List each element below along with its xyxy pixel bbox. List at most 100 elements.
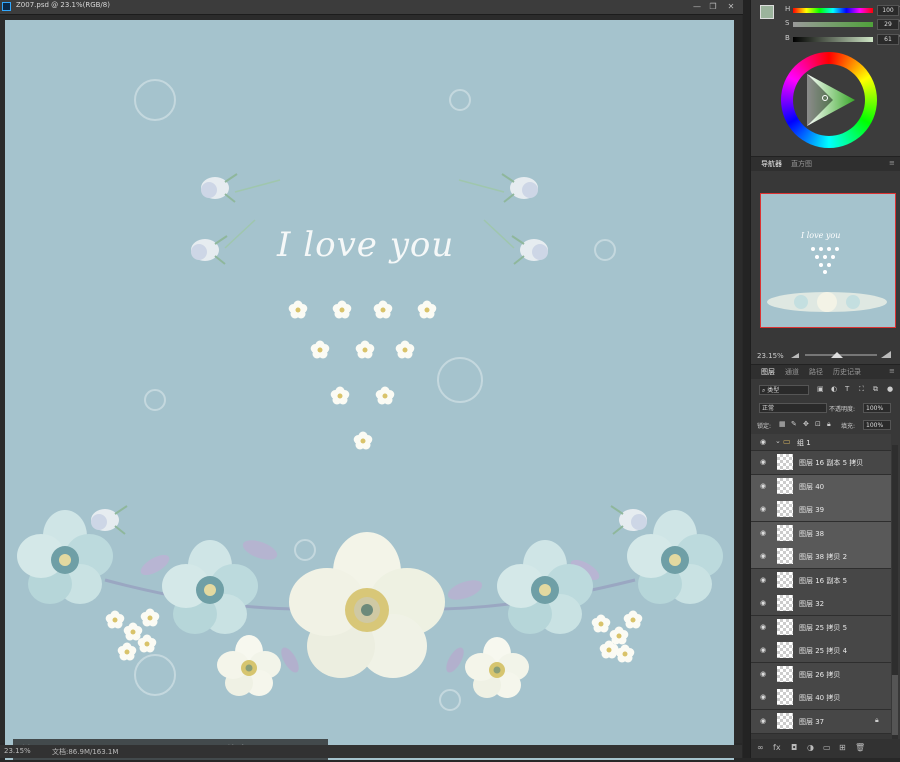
layer-row[interactable]: ◉ 图层 37 🔒︎ — [751, 709, 891, 734]
saturation-value[interactable]: 29 — [877, 19, 899, 30]
tab-histogram[interactable]: 直方图 — [791, 159, 812, 169]
visibility-eye-icon[interactable]: ◉ — [760, 646, 766, 654]
layer-row[interactable]: ◉ 图层 40 — [751, 474, 891, 499]
lock-transparent-icon[interactable]: ▦ — [779, 420, 786, 428]
layer-name: 图层 16 副本 5 — [799, 576, 848, 585]
layer-thumbnail — [777, 712, 793, 729]
fx-icon[interactable]: fx — [773, 743, 781, 752]
panel-dock-strip — [743, 0, 750, 758]
layer-row[interactable]: ◉ 图层 32 — [751, 592, 891, 616]
group-name: 组 1 — [797, 439, 811, 447]
filter-type-icon[interactable]: T — [845, 385, 849, 393]
saturation-slider[interactable]: S 29 % — [785, 19, 900, 30]
layer-name: 图层 40 拷贝 — [799, 694, 841, 702]
visibility-eye-icon[interactable]: ◉ — [760, 576, 766, 584]
layer-row[interactable]: ◉ 图层 16 副本 5 — [751, 568, 891, 593]
tab-paths[interactable]: 路径 — [809, 367, 823, 377]
link-layers-icon[interactable]: ∞ — [757, 743, 764, 752]
filter-adjust-icon[interactable]: ◐ — [831, 385, 837, 393]
layers-scrollbar[interactable] — [892, 445, 898, 740]
navigator-preview: I love you — [767, 231, 887, 312]
layer-row[interactable]: ◉ 图层 40 拷贝 — [751, 686, 891, 710]
new-group-icon[interactable]: ▭ — [823, 743, 831, 752]
layers-menu-icon[interactable]: ≡ — [889, 367, 895, 375]
layer-row[interactable]: ◉ 图层 25 拷贝 5 — [751, 615, 891, 640]
layer-row[interactable]: ◉ 图层 26 拷贝 — [751, 662, 891, 687]
layer-row[interactable]: ◉ 图层 38 — [751, 521, 891, 546]
lock-move-icon[interactable]: ✥ — [803, 420, 809, 428]
navigator-thumbnail[interactable]: I love you — [760, 193, 896, 328]
visibility-eye-icon[interactable]: ◉ — [760, 482, 766, 490]
layer-name: 图层 38 拷贝 2 — [799, 553, 848, 561]
saturation-track[interactable] — [793, 22, 873, 27]
hue-value[interactable]: 100 — [877, 5, 899, 16]
lock-all-icon[interactable]: 🔒︎ — [827, 420, 831, 429]
visibility-eye-icon[interactable]: ◉ — [760, 693, 766, 701]
panel-menu-icon[interactable]: ≡ — [889, 159, 895, 167]
layer-thumbnail — [777, 689, 793, 705]
layer-filter-select[interactable]: ⌕ 类型 — [759, 385, 809, 395]
tab-layers[interactable]: 图层 — [761, 367, 775, 377]
close-icon[interactable]: ✕ — [724, 0, 738, 14]
document-tab[interactable]: Z007.psd @ 23.1%(RGB/8) — ❐ ✕ — [0, 0, 750, 15]
filter-toggle-icon[interactable]: ● — [887, 385, 893, 393]
layer-group-row[interactable]: ◉ ⌄ ▭ 组 1 — [751, 434, 891, 451]
layer-row[interactable]: ◉ 图层 39 — [751, 498, 891, 522]
chevron-down-icon[interactable]: ⌄ — [775, 437, 781, 445]
blend-mode-select[interactable]: 正常 — [759, 403, 827, 413]
filter-pixel-icon[interactable]: ▣ — [817, 385, 824, 393]
add-mask-icon[interactable]: ◘ — [791, 743, 797, 752]
maximize-icon[interactable]: ❐ — [706, 0, 720, 14]
color-triangle[interactable] — [793, 64, 865, 136]
filter-shape-icon[interactable]: ⛶ — [859, 385, 864, 394]
layer-row[interactable]: ◉ 图层 16 副本 5 拷贝 — [751, 451, 891, 475]
layers-panel: 图层 通道 路径 历史记录 ≡ ⌕ 类型 ▣ ◐ T ⛶ ⧉ ● 正常 不透明度… — [751, 365, 900, 758]
artboard[interactable]: I love you — [5, 20, 734, 760]
tab-channels[interactable]: 通道 — [785, 367, 799, 377]
brightness-track[interactable] — [793, 37, 873, 42]
foreground-swatch[interactable] — [760, 5, 774, 19]
visibility-eye-icon[interactable]: ◉ — [760, 599, 766, 607]
top-right-buds — [458, 173, 549, 265]
status-bar: 23.15% 文档:86.9M/163.1M — [0, 745, 742, 758]
color-wheel[interactable] — [781, 52, 877, 148]
visibility-eye-icon[interactable]: ◉ — [760, 458, 766, 466]
layer-name: 图层 40 — [799, 482, 825, 491]
brightness-slider[interactable]: B 61 % — [785, 34, 900, 45]
filter-smart-icon[interactable]: ⧉ — [873, 385, 878, 394]
layer-thumbnail — [777, 524, 793, 541]
layer-row[interactable]: ◉ 图层 38 拷贝 2 — [751, 545, 891, 569]
canvas-area[interactable]: I love you 编号：20190724195641124020 上传者ID… — [0, 15, 742, 762]
brightness-value[interactable]: 61 — [877, 34, 899, 45]
lock-paint-icon[interactable]: ✎ — [791, 420, 797, 428]
hue-track[interactable] — [793, 8, 873, 13]
delete-layer-icon[interactable]: 🗑︎ — [855, 743, 865, 752]
navigator-zoom[interactable]: 23.15% — [757, 352, 784, 360]
lock-artboard-icon[interactable]: ⊡ — [815, 420, 821, 428]
layer-row[interactable]: ◉ 图层 25 拷贝 4 — [751, 639, 891, 663]
visibility-eye-icon[interactable]: ◉ — [760, 505, 766, 513]
fill-field[interactable]: 100% — [863, 420, 891, 430]
visibility-eye-icon[interactable]: ◉ — [760, 529, 766, 537]
hue-slider[interactable]: H 100 ° — [785, 5, 900, 16]
layer-filter-kind: 类型 — [767, 387, 780, 394]
opacity-field[interactable]: 100% — [863, 403, 891, 413]
visibility-eye-icon[interactable]: ◉ — [760, 717, 766, 725]
layer-thumbnail — [777, 642, 793, 658]
visibility-eye-icon[interactable]: ◉ — [760, 623, 766, 631]
minimize-icon[interactable]: — — [690, 0, 704, 14]
visibility-eye-icon[interactable]: ◉ — [760, 438, 766, 446]
layers-scrollbar-thumb[interactable] — [892, 675, 898, 735]
new-layer-icon[interactable]: ⊞ — [839, 743, 846, 752]
visibility-eye-icon[interactable]: ◉ — [760, 552, 766, 560]
navigator-zoom-slider[interactable] — [791, 350, 891, 360]
top-left-buds — [190, 173, 281, 265]
layers-tabs: 图层 通道 路径 历史记录 ≡ — [751, 365, 900, 379]
tab-history[interactable]: 历史记录 — [833, 367, 861, 377]
adjustment-layer-icon[interactable]: ◑ — [807, 743, 814, 752]
tab-navigator[interactable]: 导航器 — [761, 159, 782, 169]
status-zoom[interactable]: 23.15% — [4, 747, 31, 755]
blend-row: 正常 不透明度: 100% — [755, 403, 891, 414]
visibility-eye-icon[interactable]: ◉ — [760, 670, 766, 678]
layer-thumbnail — [777, 501, 793, 517]
